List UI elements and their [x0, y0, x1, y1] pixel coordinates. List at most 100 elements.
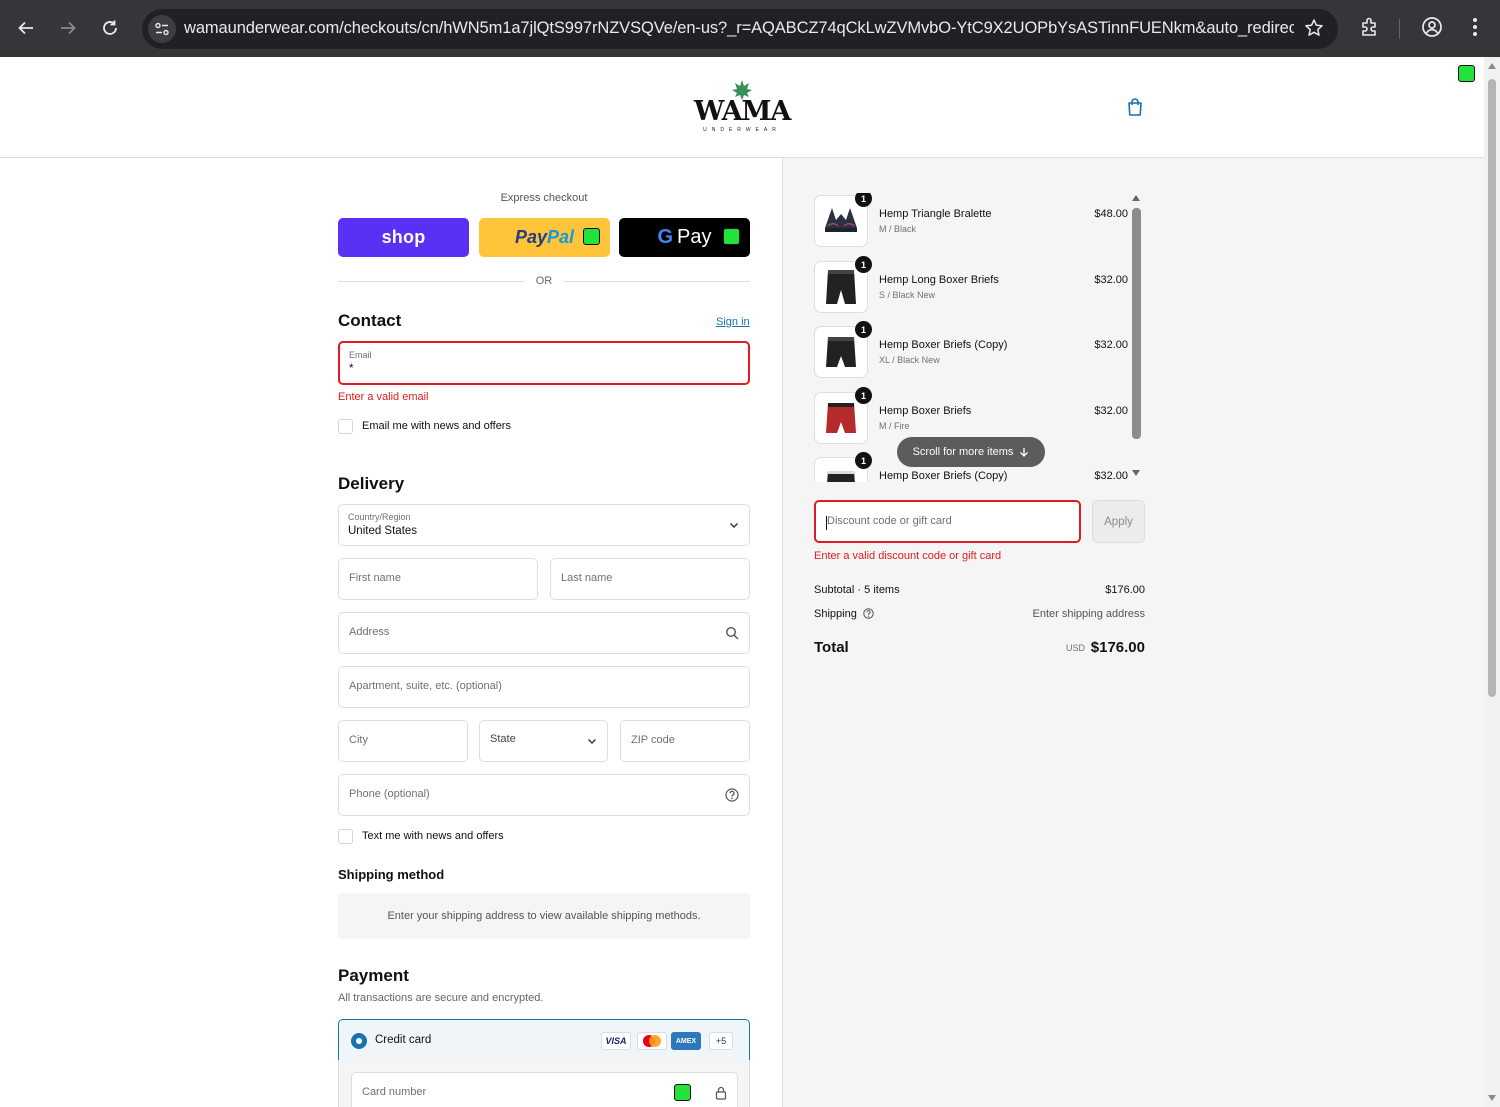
- toolbar-divider: [1399, 19, 1400, 39]
- payment-subtitle: All transactions are secure and encrypte…: [338, 992, 544, 1004]
- google-pay-button[interactable]: G Pay: [619, 218, 750, 257]
- scroll-down-arrow[interactable]: [1132, 470, 1140, 476]
- shop-pay-button[interactable]: shop: [338, 218, 469, 257]
- first-name-placeholder: First name: [349, 572, 401, 584]
- help-icon[interactable]: [725, 788, 739, 802]
- country-select-label: Country/Region: [348, 512, 411, 522]
- last-name-placeholder: Last name: [561, 572, 613, 584]
- discount-code-input[interactable]: Discount code or gift card: [814, 500, 1081, 543]
- scroll-more-button[interactable]: Scroll for more items: [897, 437, 1045, 467]
- search-icon: [725, 626, 739, 640]
- item-variant: M / Fire: [879, 421, 910, 431]
- card-number-field[interactable]: Card number: [351, 1072, 738, 1107]
- arrow-down-icon: [1020, 447, 1029, 457]
- items-scroll-thumb[interactable]: [1132, 208, 1141, 439]
- checkout-page: WAMA UNDERWEAR Express checkout shop Pay…: [0, 57, 1484, 1107]
- item-variant: M / Black: [879, 224, 917, 234]
- country-select[interactable]: Country/Region United States: [338, 504, 750, 546]
- address-placeholder: Address: [349, 626, 390, 638]
- items-scrollbar[interactable]: [1131, 193, 1142, 478]
- browser-toolbar: wamaunderwear.com/checkouts/cn/hWN5m1a7j…: [0, 0, 1500, 57]
- shop-pay-label: shop: [381, 227, 426, 247]
- quantity-badge: 1: [855, 387, 872, 404]
- bookmark-star-icon[interactable]: [1304, 18, 1324, 38]
- credit-card-option[interactable]: Credit card VISA AMEX +5: [338, 1019, 750, 1061]
- chevron-down-icon: [729, 520, 739, 530]
- quantity-badge: 1: [855, 193, 872, 207]
- shopping-bag-icon[interactable]: [1126, 97, 1144, 117]
- chevron-down-icon: [587, 736, 597, 746]
- sms-checkbox[interactable]: [338, 828, 353, 844]
- forward-icon[interactable]: [54, 14, 82, 42]
- store-logo[interactable]: WAMA UNDERWEAR: [694, 77, 791, 139]
- item-name: Hemp Boxer Briefs (Copy): [879, 339, 1008, 351]
- site-info-icon[interactable]: [148, 15, 176, 43]
- status-indicator: [583, 228, 600, 245]
- contact-title: Contact: [338, 311, 402, 330]
- delivery-title: Delivery: [338, 474, 405, 493]
- address-bar[interactable]: wamaunderwear.com/checkouts/cn/hWN5m1a7j…: [142, 9, 1338, 49]
- google-pay-label: Pay: [677, 226, 712, 248]
- url-text: wamaunderwear.com/checkouts/cn/hWN5m1a7j…: [184, 19, 1294, 37]
- page-scrollbar[interactable]: [1484, 57, 1500, 1107]
- help-icon[interactable]: [863, 608, 874, 619]
- address-field[interactable]: Address: [338, 612, 750, 654]
- subtotal-label: Subtotal · 5 items: [814, 584, 900, 596]
- logo-wordmark: WAMA: [694, 96, 791, 127]
- paypal-button[interactable]: Pay Pal: [479, 218, 610, 257]
- sms-checkbox-row[interactable]: Text me with news and offers: [338, 828, 504, 844]
- back-icon[interactable]: [12, 14, 40, 42]
- discount-placeholder: Discount code or gift card: [827, 515, 952, 527]
- shipping-value: Enter shipping address: [1032, 608, 1145, 620]
- item-name: Hemp Boxer Briefs (Copy): [879, 470, 1008, 482]
- quantity-badge: 1: [855, 452, 872, 469]
- first-name-field[interactable]: First name: [338, 558, 538, 600]
- or-divider: OR: [338, 274, 750, 288]
- newsletter-label: Email me with news and offers: [362, 420, 511, 432]
- store-header: WAMA UNDERWEAR: [0, 57, 1484, 158]
- amex-icon: AMEX: [671, 1032, 701, 1050]
- extensions-icon[interactable]: [1358, 15, 1382, 39]
- reload-icon[interactable]: [96, 14, 124, 42]
- profile-icon[interactable]: [1420, 15, 1444, 39]
- quantity-badge: 1: [855, 321, 872, 338]
- boxer-brief-icon: [826, 337, 856, 367]
- item-name: Hemp Triangle Bralette: [879, 208, 992, 220]
- boxer-brief-icon: [826, 270, 856, 304]
- scroll-up-arrow[interactable]: [1132, 195, 1140, 201]
- apply-discount-button[interactable]: Apply: [1092, 500, 1145, 543]
- apartment-field[interactable]: Apartment, suite, etc. (optional): [338, 666, 750, 708]
- discount-error: Enter a valid discount code or gift card: [814, 550, 1002, 562]
- item-name: Hemp Long Boxer Briefs: [879, 274, 999, 286]
- zip-field[interactable]: ZIP code: [620, 720, 750, 762]
- newsletter-checkbox-row[interactable]: Email me with news and offers: [338, 418, 511, 434]
- credit-card-details: Card number: [338, 1060, 750, 1107]
- email-field[interactable]: Email *: [338, 341, 750, 385]
- state-select[interactable]: State: [479, 720, 608, 762]
- state-select-value: State: [490, 733, 516, 745]
- apartment-placeholder: Apartment, suite, etc. (optional): [349, 680, 502, 692]
- order-item: 1 Hemp Triangle Bralette M / Black $48.0…: [814, 193, 1130, 249]
- phone-field[interactable]: Phone (optional): [338, 774, 750, 816]
- city-placeholder: City: [349, 734, 368, 746]
- browser-menu-icon[interactable]: [1465, 15, 1485, 39]
- country-select-value: United States: [348, 525, 418, 537]
- shipping-row: Shipping Enter shipping address: [814, 608, 1145, 620]
- zip-placeholder: ZIP code: [631, 734, 675, 746]
- page-scroll-thumb[interactable]: [1488, 79, 1496, 697]
- phone-placeholder: Phone (optional): [349, 788, 430, 800]
- email-field-value: *: [349, 363, 354, 375]
- sign-in-link[interactable]: Sign in: [716, 316, 750, 328]
- newsletter-checkbox[interactable]: [338, 418, 353, 434]
- shipping-method-title: Shipping method: [338, 867, 445, 882]
- scroll-up-arrow[interactable]: [1488, 63, 1496, 69]
- email-field-label: Email: [349, 350, 372, 360]
- total-value: $176.00: [1090, 639, 1145, 656]
- item-price: $32.00: [1094, 405, 1128, 417]
- express-checkout-label: Express checkout: [500, 192, 588, 204]
- last-name-field[interactable]: Last name: [550, 558, 750, 600]
- total-row: Total USD $176.00: [814, 639, 1145, 659]
- city-field[interactable]: City: [338, 720, 468, 762]
- credit-card-radio[interactable]: [351, 1033, 367, 1049]
- scroll-down-arrow[interactable]: [1488, 1095, 1496, 1101]
